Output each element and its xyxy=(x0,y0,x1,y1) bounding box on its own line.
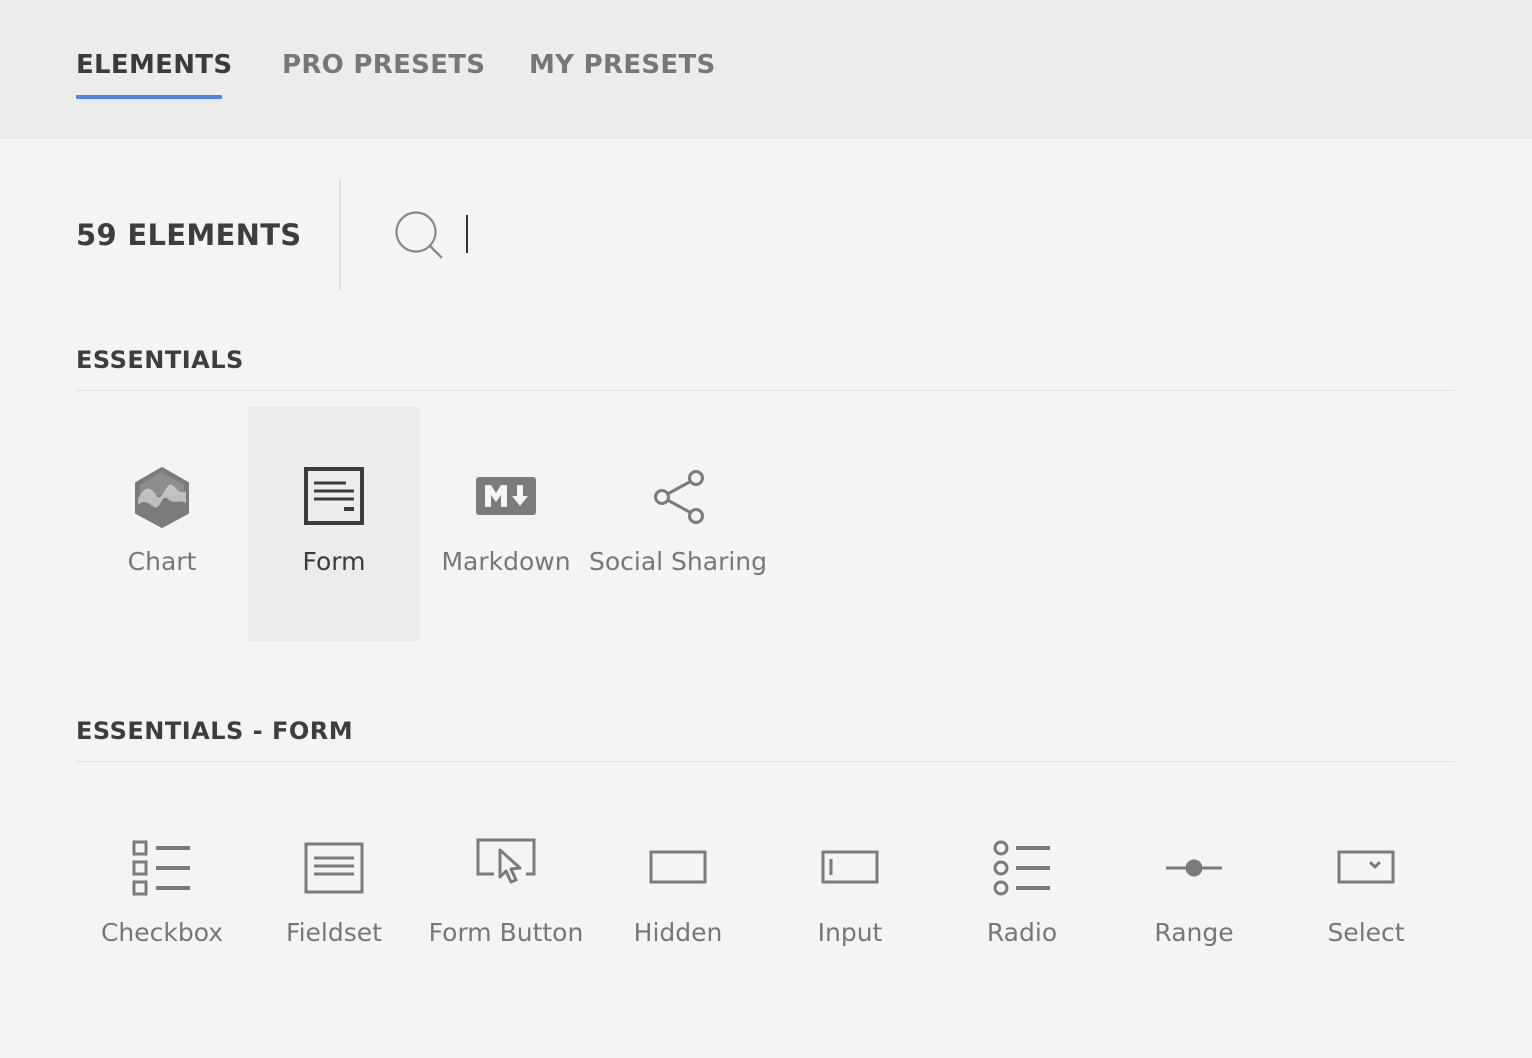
element-tile-fieldset[interactable]: Fieldset xyxy=(248,778,420,1012)
text-caret xyxy=(466,215,468,253)
checkbox-list-icon xyxy=(132,836,192,900)
hidden-field-icon xyxy=(648,836,708,900)
radio-list-icon xyxy=(992,836,1052,900)
element-tile-checkbox[interactable]: Checkbox xyxy=(76,778,248,1012)
section-divider xyxy=(76,390,1454,391)
element-tile-range[interactable]: Range xyxy=(1108,778,1280,1012)
elements-count: 59 ELEMENTS xyxy=(76,218,302,252)
active-tab-indicator xyxy=(76,95,222,99)
element-label: Fieldset xyxy=(286,918,382,947)
element-tile-form-button[interactable]: Form Button xyxy=(420,778,592,1012)
element-label: Radio xyxy=(986,918,1058,947)
markdown-icon xyxy=(476,465,536,529)
section-title-essentials-form: ESSENTIALS - FORM xyxy=(76,717,354,745)
element-tile-markdown[interactable]: Markdown xyxy=(420,407,592,641)
element-tile-radio[interactable]: Radio xyxy=(936,778,1108,1012)
element-label: Form xyxy=(302,547,366,576)
element-label: Checkbox xyxy=(100,918,224,947)
section-title-essentials: ESSENTIALS xyxy=(76,346,244,374)
element-label: Social Sharing xyxy=(588,547,768,576)
form-button-icon xyxy=(476,836,536,900)
element-label: Range xyxy=(1154,918,1234,947)
range-slider-icon xyxy=(1164,836,1224,900)
element-tile-social-sharing[interactable]: Social Sharing xyxy=(589,407,767,641)
element-label: Input xyxy=(817,918,883,947)
section-divider xyxy=(76,761,1454,762)
form-icon xyxy=(304,465,364,529)
top-tab-bar: ELEMENTS PRO PRESETS MY PRESETS xyxy=(0,0,1532,139)
element-tile-select[interactable]: Select xyxy=(1280,778,1452,1012)
select-dropdown-icon xyxy=(1336,836,1396,900)
element-label: Form Button xyxy=(428,918,584,947)
element-label: Markdown xyxy=(441,547,571,576)
search-input[interactable] xyxy=(460,210,1440,258)
tab-elements[interactable]: ELEMENTS xyxy=(76,48,232,82)
element-tile-form[interactable]: Form xyxy=(248,407,420,641)
input-field-icon xyxy=(820,836,880,900)
element-label: Select xyxy=(1327,918,1405,947)
element-tile-chart[interactable]: Chart xyxy=(76,407,248,641)
tab-my-presets[interactable]: MY PRESETS xyxy=(529,48,716,82)
element-tile-input[interactable]: Input xyxy=(764,778,936,1012)
tab-pro-presets[interactable]: PRO PRESETS xyxy=(282,48,485,82)
element-tile-hidden[interactable]: Hidden xyxy=(592,778,764,1012)
toolbar-divider xyxy=(339,179,341,290)
fieldset-icon xyxy=(304,836,364,900)
chart-icon xyxy=(132,465,192,529)
element-label: Chart xyxy=(127,547,197,576)
element-label: Hidden xyxy=(633,918,723,947)
share-icon xyxy=(648,465,708,529)
search-icon xyxy=(393,209,445,261)
